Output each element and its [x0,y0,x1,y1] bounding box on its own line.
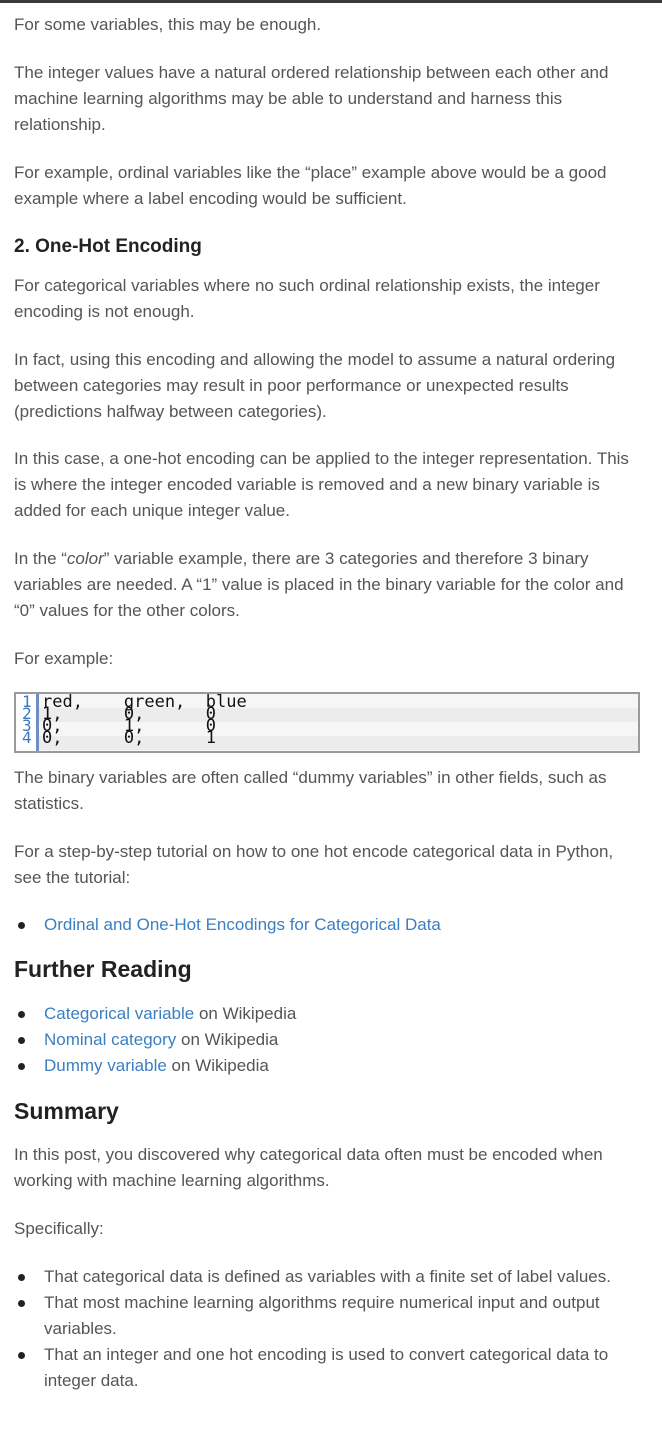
section-heading-further-reading: Further Reading [14,956,192,982]
paragraph: For a step-by-step tutorial on how to on… [14,842,614,887]
list-item: That an integer and one hot encoding is … [14,1342,644,1394]
link-dummy-variable[interactable]: Dummy variable [44,1056,167,1075]
line-number-gutter: 1 2 3 4 [16,694,39,751]
paragraph: For example, ordinal variables like the … [14,163,607,208]
list-item: That categorical data is defined as vari… [14,1264,644,1290]
list-item: Ordinal and One-Hot Encodings for Catego… [14,912,644,938]
summary-list: That categorical data is defined as vari… [14,1264,644,1394]
tutorial-list: Ordinal and One-Hot Encodings for Catego… [14,912,644,938]
paragraph: In this case, a one-hot encoding can be … [14,449,629,520]
section-heading-one-hot: 2. One-Hot Encoding [14,236,202,257]
list-item: That most machine learning algorithms re… [14,1290,644,1342]
link-categorical-variable[interactable]: Categorical variable [44,1004,194,1023]
emphasis: color [66,549,104,568]
link-nominal-category[interactable]: Nominal category [44,1030,176,1049]
paragraph: In fact, using this encoding and allowin… [14,350,616,421]
line-number: 4 [22,728,32,747]
tutorial-link[interactable]: Ordinal and One-Hot Encodings for Catego… [44,915,441,934]
list-item: Categorical variable on Wikipedia [14,1001,644,1027]
paragraph-color-example: In the “color” variable example, there a… [14,549,624,620]
paragraph: The binary variables are often called “d… [14,768,607,813]
further-reading-list: Categorical variable on Wikipedia Nomina… [14,1001,644,1079]
list-item: Nominal category on Wikipedia [14,1027,644,1053]
paragraph: Specifically: [14,1219,104,1238]
code-block[interactable]: 1 2 3 4 red, green, blue 1, 0, 0 0, 1, 0… [14,692,640,753]
paragraph: For example: [14,649,114,668]
paragraph: The integer values have a natural ordere… [14,63,609,134]
section-heading-summary: Summary [14,1098,119,1124]
code-line: 0, 0, 1 [42,728,216,748]
paragraph: For categorical variables where no such … [14,276,600,321]
list-item: Dummy variable on Wikipedia [14,1053,644,1079]
paragraph: In this post, you discovered why categor… [14,1145,603,1190]
paragraph: For some variables, this may be enough. [14,15,322,34]
top-border [0,0,662,5]
